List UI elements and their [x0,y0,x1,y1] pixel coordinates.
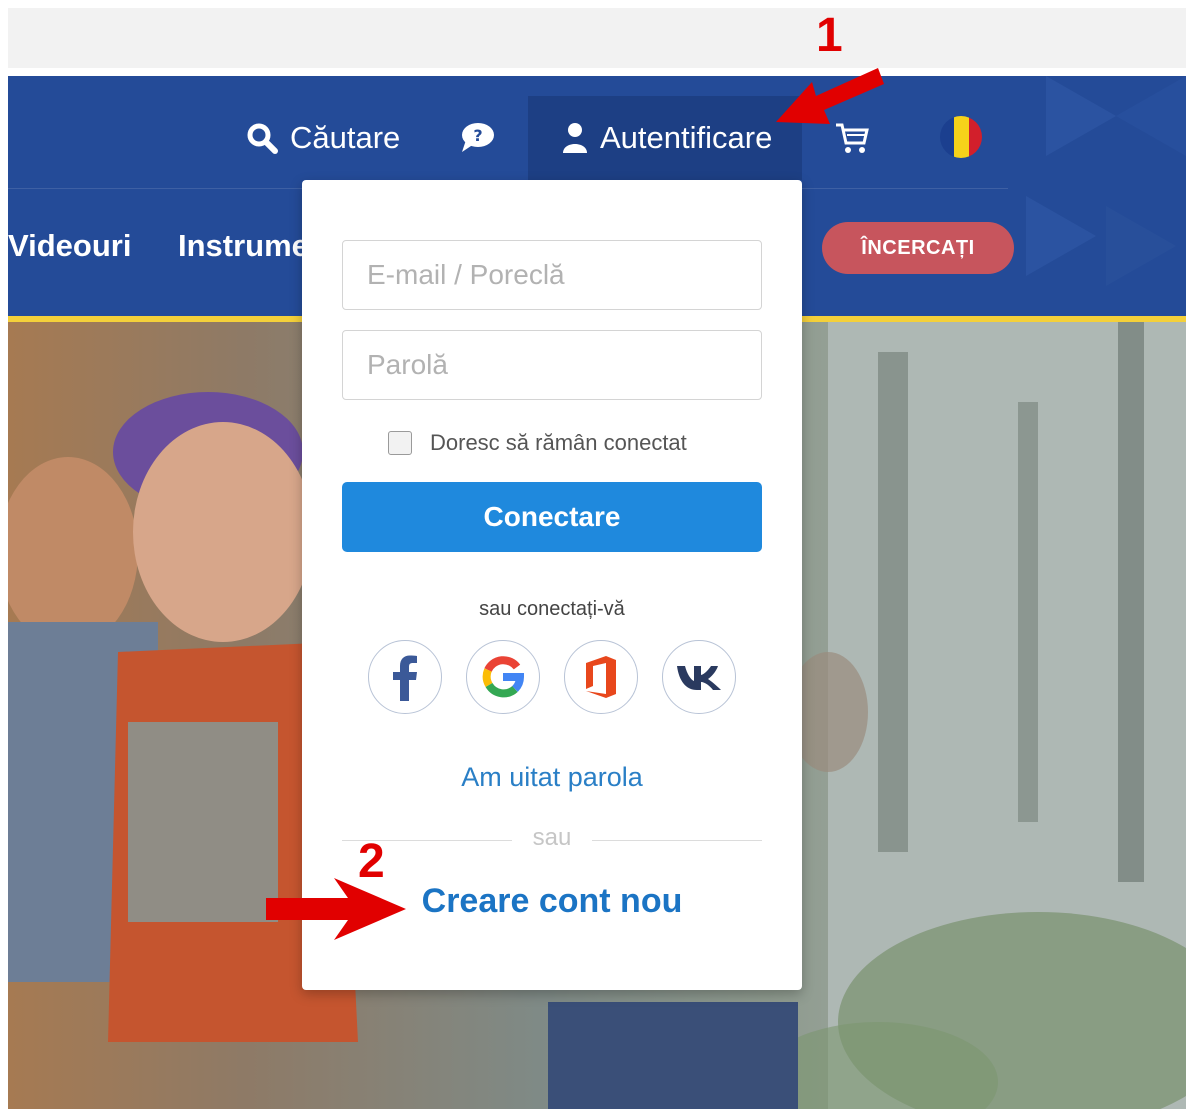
remember-me-checkbox[interactable] [388,431,412,455]
remember-me-row[interactable]: Doresc să rămân conectat [388,430,687,456]
vk-icon [677,666,721,690]
help-chat-icon: ? [462,123,494,152]
menu-videos[interactable]: Videouri [8,228,131,264]
forgot-password-link[interactable]: Am uitat parola [302,762,802,793]
annotation-arrow-2 [266,878,406,940]
office-icon [586,656,616,698]
remember-me-label: Doresc să rămân conectat [430,430,687,455]
vk-login-button[interactable] [662,640,736,714]
facebook-icon [393,655,417,701]
connect-button[interactable]: Conectare [342,482,762,552]
browser-top-strip [8,8,1186,68]
svg-text:?: ? [473,126,482,145]
try-button[interactable]: ÎNCERCAȚI [822,222,1014,274]
search-link[interactable]: Căutare [246,116,400,160]
help-chat-button[interactable]: ? [456,120,496,156]
office-login-button[interactable] [564,640,638,714]
or-separator: sau [512,824,592,852]
language-selector[interactable] [938,114,984,160]
password-field[interactable] [342,330,762,400]
google-login-button[interactable] [466,640,540,714]
user-icon [563,123,587,153]
annotation-step-1: 1 [816,9,843,62]
social-login-row [368,640,736,714]
google-icon [482,656,525,698]
menu-tools[interactable]: Instrumente [178,228,302,264]
annotation-arrow-1 [776,68,884,124]
social-caption: sau conectați-vă [479,598,625,620]
header-decoration [1026,76,1186,286]
romania-flag-icon [940,116,982,158]
email-field[interactable] [342,240,762,310]
facebook-login-button[interactable] [368,640,442,714]
search-label: Căutare [290,120,401,155]
login-label: Autentificare [600,120,773,155]
search-icon [247,123,278,154]
login-menu-button[interactable]: Autentificare [528,96,802,180]
